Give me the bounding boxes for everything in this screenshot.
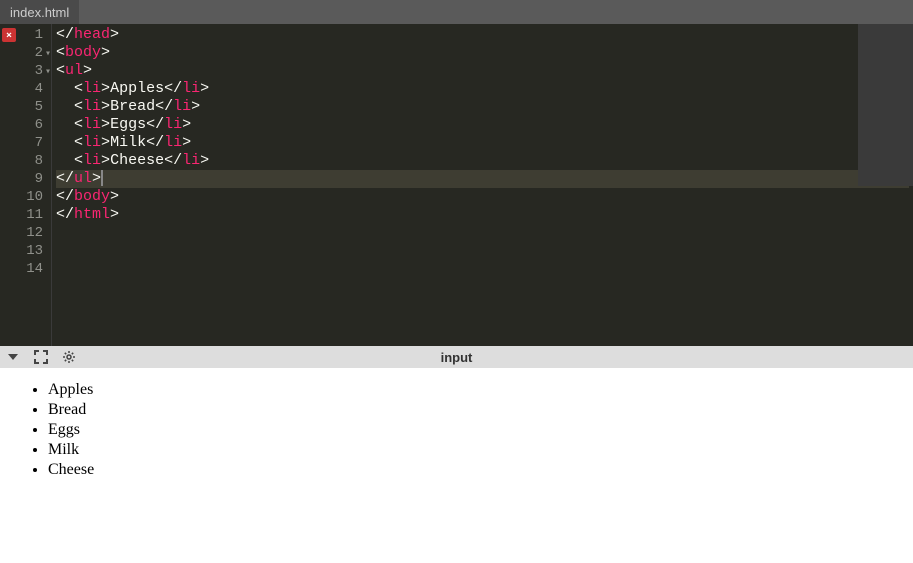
code-line[interactable]: <li>Cheese</li> (56, 152, 909, 170)
fold-icon[interactable]: ▾ (45, 48, 51, 59)
code-line[interactable]: <li>Apples</li> (56, 80, 909, 98)
code-line[interactable] (56, 260, 909, 278)
gutter-row: 9 (0, 170, 51, 188)
code-line[interactable]: </head> (56, 26, 909, 44)
line-number: 11 (26, 207, 43, 223)
line-number: 13 (26, 243, 43, 259)
gutter-row: 12 (0, 224, 51, 242)
line-number: 12 (26, 225, 43, 241)
line-number: 7 (35, 135, 43, 151)
gutter-row: 10 (0, 188, 51, 206)
preview-panel-header: input (0, 346, 913, 368)
preview-pane: ApplesBreadEggsMilkCheese (0, 368, 913, 563)
fold-icon[interactable]: ▾ (45, 66, 51, 77)
line-number: 10 (26, 189, 43, 205)
gutter-row: 4 (0, 80, 51, 98)
code-line[interactable]: </html> (56, 206, 909, 224)
file-tab[interactable]: index.html (0, 0, 79, 24)
panel-title: input (441, 350, 473, 365)
error-icon[interactable]: × (2, 28, 16, 42)
list-item: Cheese (48, 460, 905, 480)
code-line[interactable]: </ul> (56, 170, 909, 188)
list-item: Apples (48, 380, 905, 400)
line-number: 3 (35, 63, 43, 79)
code-line[interactable]: <li>Milk</li> (56, 134, 909, 152)
list-item: Bread (48, 400, 905, 420)
line-number: 5 (35, 99, 43, 115)
preview-list: ApplesBreadEggsMilkCheese (8, 380, 905, 480)
code-line[interactable]: <ul> (56, 62, 909, 80)
gear-icon[interactable] (62, 350, 76, 364)
line-number: 8 (35, 153, 43, 169)
code-line[interactable]: <body> (56, 44, 909, 62)
line-number: 14 (26, 261, 43, 277)
code-area[interactable]: </head><body><ul> <li>Apples</li> <li>Br… (52, 24, 913, 346)
gutter-row: 6 (0, 116, 51, 134)
gutter-row: 5 (0, 98, 51, 116)
code-line[interactable]: </body> (56, 188, 909, 206)
tab-filename: index.html (10, 5, 69, 20)
line-number: 1 (35, 27, 43, 43)
gutter: ×12▾3▾4567891011121314 (0, 24, 52, 346)
list-item: Eggs (48, 420, 905, 440)
gutter-row: 11 (0, 206, 51, 224)
list-item: Milk (48, 440, 905, 460)
gutter-row: 7 (0, 134, 51, 152)
tab-bar: index.html (0, 0, 913, 24)
code-line[interactable] (56, 242, 909, 260)
gutter-row: 3▾ (0, 62, 51, 80)
line-number: 4 (35, 81, 43, 97)
line-number: 2 (35, 45, 43, 61)
code-line[interactable] (56, 224, 909, 242)
expand-icon[interactable] (34, 350, 48, 364)
gutter-row: 13 (0, 242, 51, 260)
gutter-row: 14 (0, 260, 51, 278)
code-editor[interactable]: ×12▾3▾4567891011121314 </head><body><ul>… (0, 24, 913, 346)
chevron-down-icon[interactable] (6, 350, 20, 364)
line-number: 9 (35, 171, 43, 187)
line-number: 6 (35, 117, 43, 133)
gutter-row: ×1 (0, 26, 51, 44)
scrollbar-track[interactable] (858, 24, 913, 186)
code-line[interactable]: <li>Bread</li> (56, 98, 909, 116)
gutter-row: 2▾ (0, 44, 51, 62)
gutter-row: 8 (0, 152, 51, 170)
code-line[interactable]: <li>Eggs</li> (56, 116, 909, 134)
